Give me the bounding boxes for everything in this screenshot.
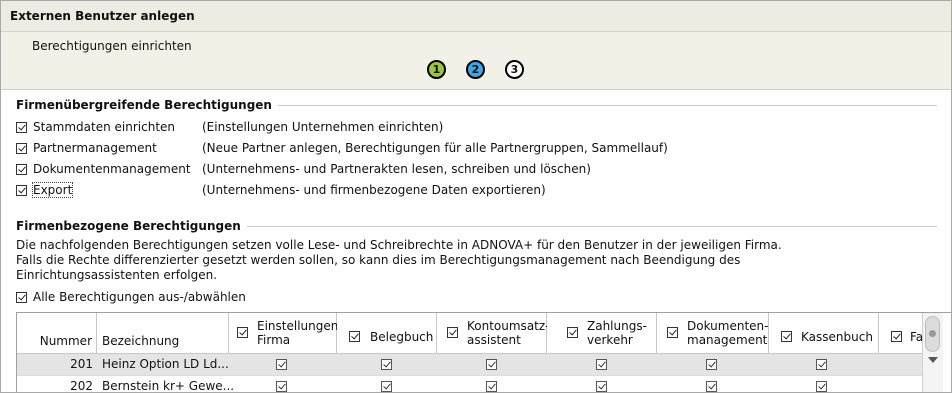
dokumentenmanagement-description: (Unternehmens- und Partnerakten lesen, s… [202, 162, 591, 176]
column-header-label: Belegbuch [370, 330, 434, 344]
column-header-label: Bezeichnung [102, 334, 180, 348]
scrollbar-thumb[interactable] [925, 316, 940, 352]
row-kontoumsatz-checkbox[interactable] [486, 381, 497, 392]
company-info-text: Die nachfolgenden Berechtigungen setzen … [16, 238, 782, 283]
row-bezeichnung: Bernstein kr+ Gewe... [102, 379, 235, 393]
column-header-belegbuch[interactable]: Belegbuch [337, 313, 437, 354]
column-header-nummer[interactable]: Nummer [17, 313, 97, 354]
column-header-einstellungen[interactable]: Einstellungen Firma [229, 313, 339, 354]
partnermanagement-checkbox[interactable] [16, 143, 27, 154]
info-line: Einrichtungsassistenten erfolgen. [16, 268, 218, 282]
partnermanagement-label: Partnermanagement [33, 141, 157, 155]
dokumentenmanagement-label: Dokumentenmanagement [33, 162, 191, 176]
column-header-label: management [687, 333, 768, 347]
step-1-indicator[interactable]: 1 [427, 60, 446, 79]
column-header-kassenbuch[interactable]: Kassenbuch [769, 313, 879, 354]
stammdaten-label: Stammdaten einrichten [33, 120, 176, 134]
global-section-title: Firmenübergreifende Berechtigungen [16, 98, 278, 112]
column-header-label: Kassenbuch [801, 330, 873, 344]
column-header-bezeichnung[interactable]: Bezeichnung [97, 313, 229, 354]
row-belegbuch-checkbox[interactable] [381, 381, 392, 392]
export-label: Export [31, 182, 74, 198]
row-kassenbuch-checkbox[interactable] [816, 359, 827, 370]
column-header-label: assistent [467, 333, 521, 347]
table-row[interactable]: 202 Bernstein kr+ Gewe... [17, 376, 922, 393]
table-row[interactable]: 201 Heinz Option LD Ld... [17, 354, 922, 376]
select-all-checkbox[interactable] [16, 292, 27, 303]
column-header-zahlungsverkehr[interactable]: Zahlungs- verkehr [547, 313, 657, 354]
column-einstellungen-checkbox[interactable] [237, 327, 248, 338]
company-section-title: Firmenbezogene Berechtigungen [16, 219, 247, 233]
row-dokumente-checkbox[interactable] [706, 359, 717, 370]
column-header-dokumente[interactable]: Dokumenten- management [657, 313, 769, 354]
window-title: Externen Benutzer anlegen [10, 9, 195, 23]
row-einstellungen-checkbox[interactable] [276, 359, 287, 370]
column-header-label: Dokumenten- [687, 319, 769, 333]
vertical-scrollbar[interactable] [922, 313, 943, 392]
info-line: Die nachfolgenden Berechtigungen setzen … [16, 238, 782, 252]
row-kontoumsatz-checkbox[interactable] [486, 359, 497, 370]
export-checkbox[interactable] [16, 185, 27, 196]
title-bar: Externen Benutzer anlegen [1, 1, 951, 32]
column-kontoumsatz-checkbox[interactable] [447, 327, 458, 338]
row-dokumente-checkbox[interactable] [706, 381, 717, 392]
company-permissions-table: Nummer Bezeichnung Einstellungen Firma B… [16, 312, 951, 393]
row-zahlung-checkbox[interactable] [596, 381, 607, 392]
scroll-down-arrow-icon[interactable] [928, 357, 938, 363]
column-header-label: Einstellungen [257, 319, 339, 333]
row-nummer: 201 [70, 357, 93, 371]
info-line: Falls die Rechte differenzierter gesetzt… [16, 253, 741, 267]
wizard-header: Berechtigungen einrichten 1 2 3 [1, 32, 951, 90]
column-header-label: verkehr [587, 333, 633, 347]
column-dokumente-checkbox[interactable] [667, 327, 678, 338]
column-header-label: Firma [257, 333, 291, 347]
row-kassenbuch-checkbox[interactable] [816, 381, 827, 392]
select-all-label: Alle Berechtigungen aus-/abwählen [33, 290, 246, 304]
row-nummer: 202 [70, 379, 93, 393]
stammdaten-description: (Einstellungen Unternehmen einrichten) [202, 120, 444, 134]
row-belegbuch-checkbox[interactable] [381, 359, 392, 370]
column-header-label: Kontoumsatz- [467, 319, 550, 333]
export-description: (Unternehmens- und firmenbezogene Daten … [202, 183, 546, 197]
column-header-fa[interactable]: Fa [879, 313, 923, 354]
dialog-window: Externen Benutzer anlegen Berechtigungen… [0, 0, 952, 393]
column-belegbuch-checkbox[interactable] [349, 331, 360, 342]
partnermanagement-description: (Neue Partner anlegen, Berechtigungen fü… [202, 141, 668, 155]
column-header-label: Zahlungs- [587, 319, 647, 333]
column-kassenbuch-checkbox[interactable] [781, 331, 792, 342]
wizard-subtitle: Berechtigungen einrichten [32, 39, 192, 53]
column-header-kontoumsatz[interactable]: Kontoumsatz- assistent [437, 313, 550, 354]
column-fa-checkbox[interactable] [891, 331, 902, 342]
row-zahlung-checkbox[interactable] [596, 359, 607, 370]
column-zahlung-checkbox[interactable] [567, 327, 578, 338]
step-3-indicator[interactable]: 3 [505, 60, 524, 79]
step-2-indicator[interactable]: 2 [466, 60, 485, 79]
stammdaten-checkbox[interactable] [16, 122, 27, 133]
grip-icon [929, 330, 936, 337]
dokumentenmanagement-checkbox[interactable] [16, 164, 27, 175]
row-bezeichnung: Heinz Option LD Ld... [102, 357, 229, 371]
column-header-label: Nummer [39, 334, 92, 348]
row-einstellungen-checkbox[interactable] [276, 381, 287, 392]
